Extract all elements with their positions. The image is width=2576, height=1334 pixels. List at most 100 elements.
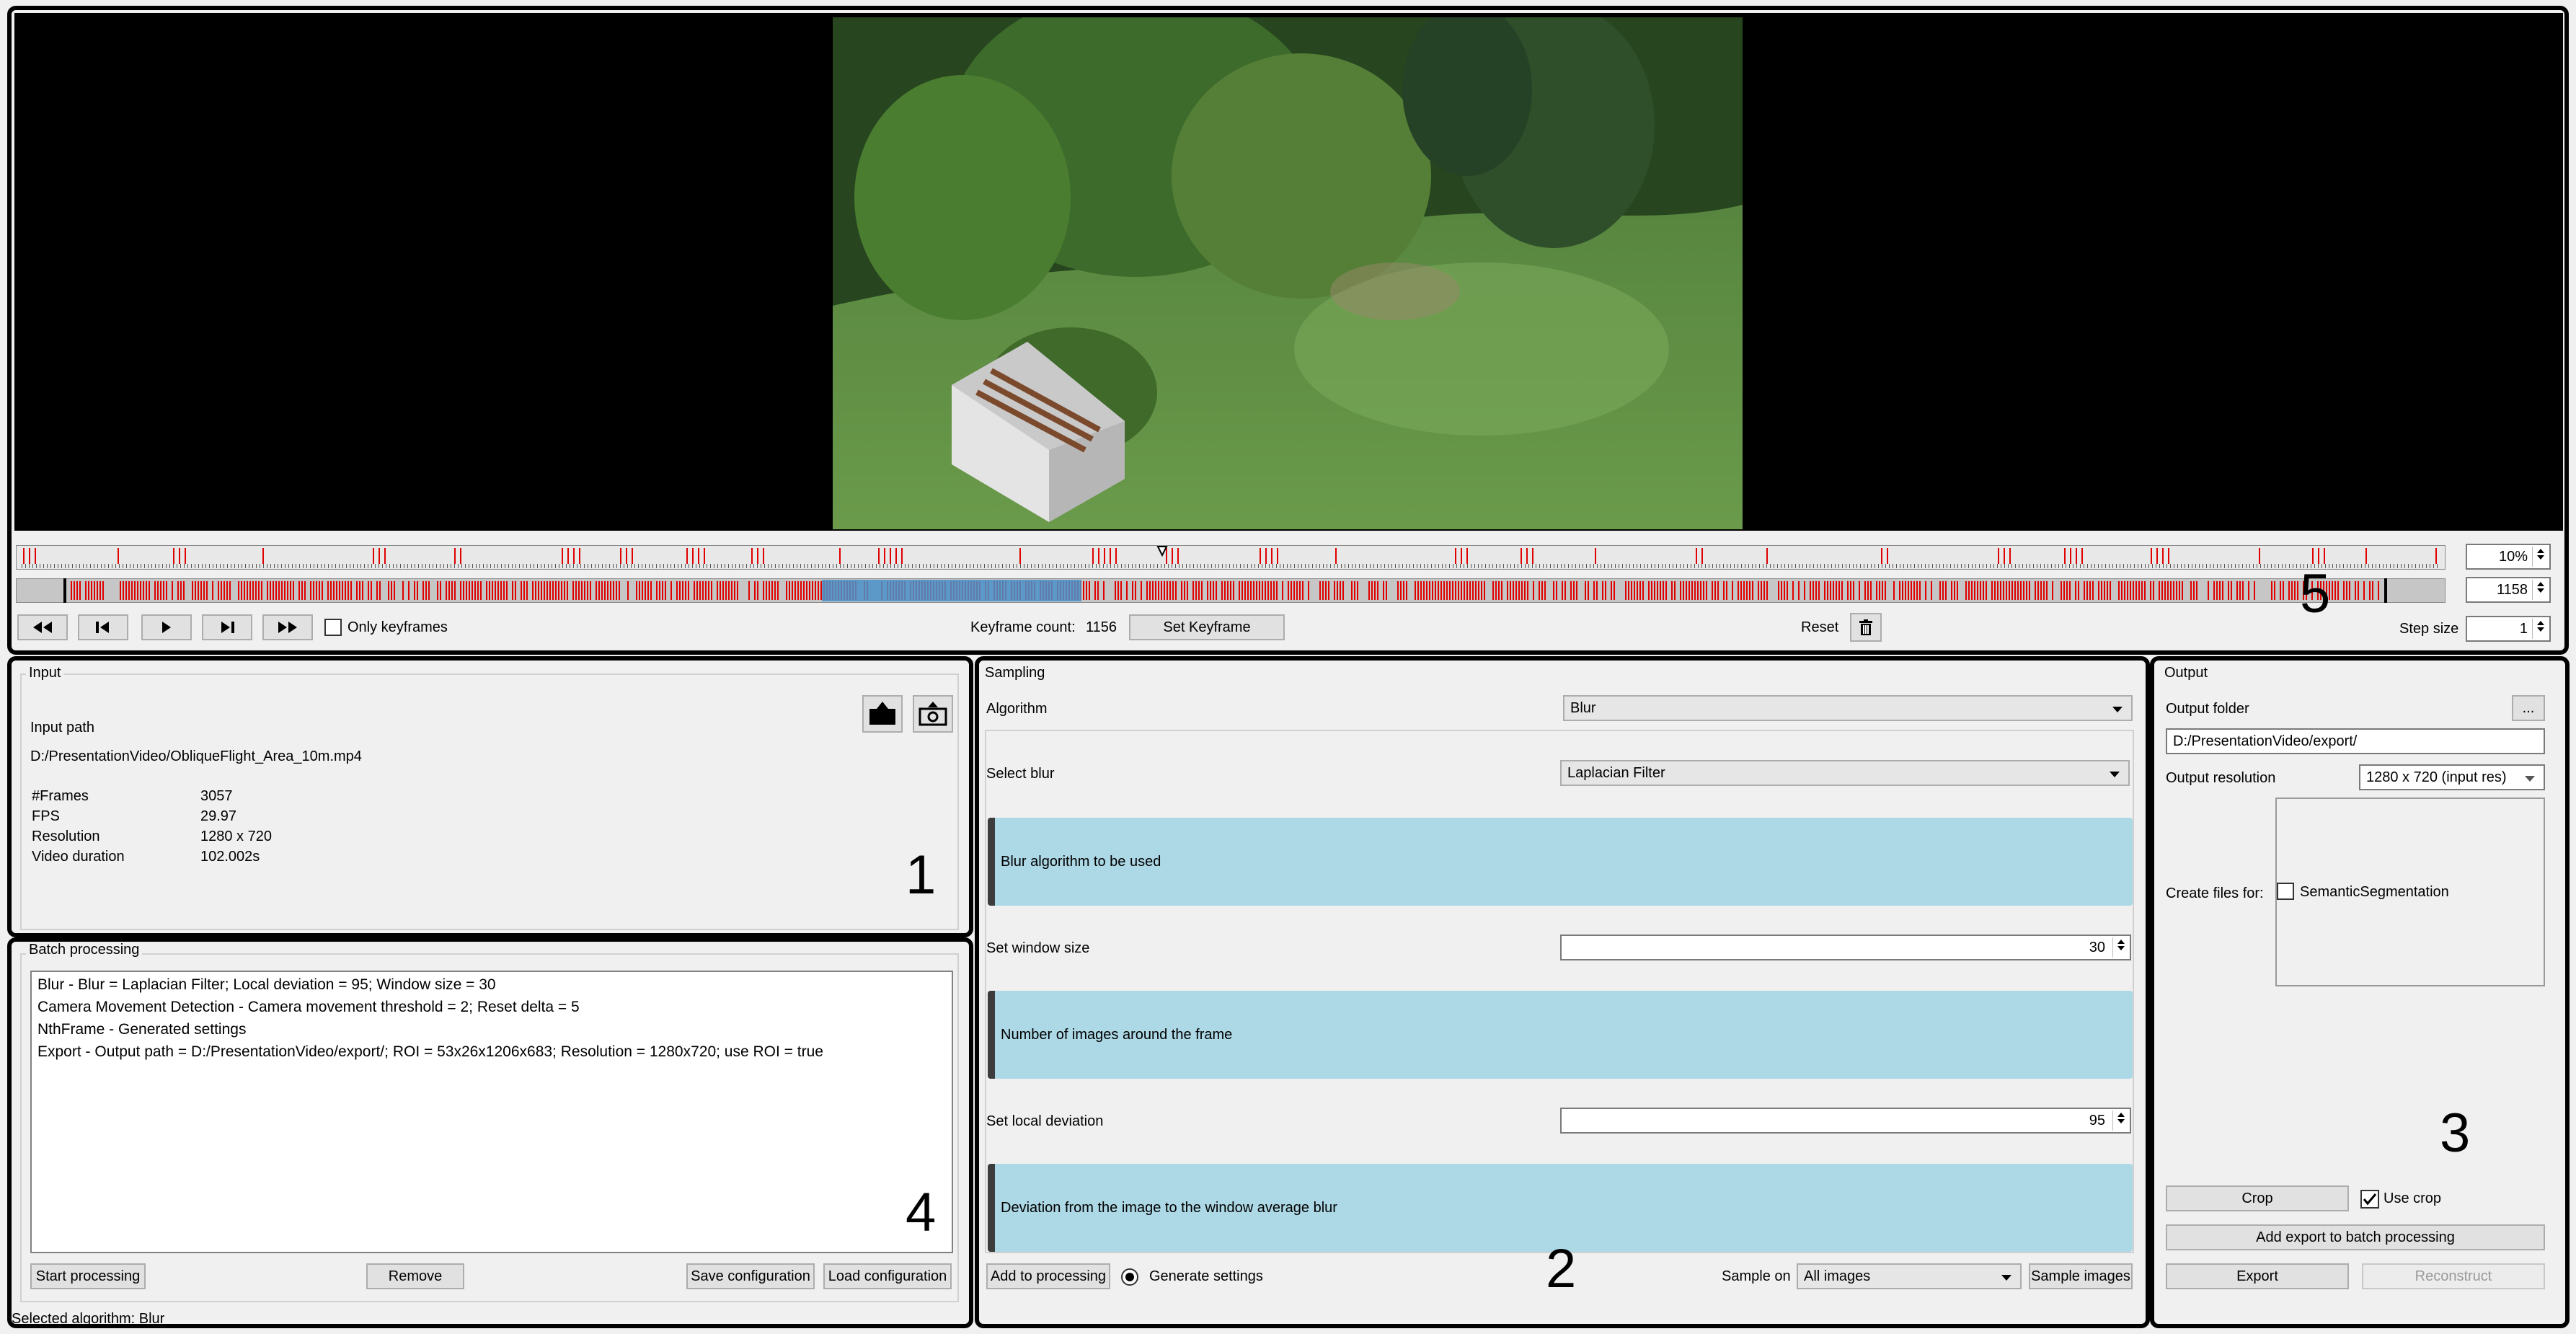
batch-item[interactable]: NthFrame - Generated settings — [37, 1021, 246, 1038]
keyframe-marker — [1019, 548, 1021, 564]
load-configuration-button[interactable]: Load configuration — [823, 1263, 952, 1289]
range-marker — [2124, 581, 2125, 600]
range-marker — [298, 581, 300, 600]
keyframe-marker — [1092, 548, 1094, 564]
step-size-spin[interactable] — [2532, 619, 2548, 639]
tick-mark — [912, 564, 913, 568]
export-button[interactable]: Export — [2166, 1263, 2349, 1289]
tick-mark — [223, 564, 224, 568]
sample-on-select[interactable]: All images — [1797, 1263, 2022, 1289]
range-marker — [180, 581, 182, 600]
tick-mark — [1409, 564, 1410, 568]
delete-keyframes-button[interactable] — [1850, 613, 1882, 642]
window-size-spin[interactable] — [2112, 937, 2128, 958]
reconstruct-button[interactable]: Reconstruct — [2362, 1263, 2545, 1289]
range-spin[interactable] — [2532, 580, 2548, 600]
tick-mark — [750, 564, 751, 568]
range-marker — [561, 581, 562, 600]
output-folder-input[interactable]: D:/PresentationVideo/export/ — [2166, 728, 2545, 754]
range-marker — [1818, 581, 1820, 600]
range-marker — [1449, 581, 1451, 600]
browse-folder-button[interactable]: ... — [2512, 695, 2545, 721]
range-marker — [705, 581, 707, 600]
range-marker — [699, 581, 701, 600]
range-marker — [1438, 581, 1439, 600]
generate-settings-radio[interactable] — [1120, 1268, 1139, 1286]
prev-frame-button[interactable] — [78, 614, 128, 640]
tick-mark — [926, 564, 927, 568]
range-marker — [2086, 581, 2088, 600]
range-marker — [497, 581, 499, 600]
range-marker — [99, 581, 101, 600]
play-button[interactable] — [141, 614, 192, 640]
window-info-text: Number of images around the frame — [1001, 1026, 1233, 1043]
tick-mark — [252, 564, 253, 568]
remove-button[interactable]: Remove — [366, 1263, 464, 1289]
range-marker — [221, 581, 222, 600]
add-to-processing-button[interactable]: Add to processing — [986, 1263, 1110, 1289]
range-timeline[interactable] — [16, 578, 2446, 603]
tick-mark — [530, 564, 531, 568]
batch-list[interactable]: Blur - Blur = Laplacian Filter; Local de… — [30, 971, 953, 1253]
tick-mark — [746, 564, 747, 568]
open-images-button[interactable] — [913, 695, 953, 733]
range-marker — [1902, 581, 1903, 600]
tick-mark — [1838, 564, 1839, 568]
tick-mark — [775, 564, 776, 568]
keyframe-marker — [2168, 548, 2169, 564]
tick-mark — [1236, 564, 1237, 568]
tick-mark — [793, 564, 794, 568]
next-frame-button[interactable] — [202, 614, 252, 640]
semantic-segmentation-checkbox[interactable] — [2277, 883, 2294, 900]
range-marker — [1452, 581, 1453, 600]
tick-mark — [1503, 564, 1504, 568]
local-deviation-input[interactable]: 95 — [1560, 1108, 2131, 1134]
tick-mark — [1680, 564, 1681, 568]
sample-images-button[interactable]: Sample images — [2029, 1263, 2133, 1289]
batch-item[interactable]: Export - Output path = D:/PresentationVi… — [37, 1043, 823, 1061]
keyframe-timeline[interactable] — [16, 545, 2446, 570]
batch-item[interactable]: Camera Movement Detection - Camera movem… — [37, 999, 580, 1016]
save-configuration-button[interactable]: Save configuration — [686, 1263, 815, 1289]
batch-item[interactable]: Blur - Blur = Laplacian Filter; Local de… — [37, 976, 496, 994]
tick-mark — [1640, 564, 1641, 568]
local-deviation-spin[interactable] — [2112, 1110, 2128, 1131]
use-crop-checkbox[interactable] — [2360, 1190, 2379, 1209]
algorithm-select[interactable]: Blur — [1563, 695, 2133, 721]
range-marker — [820, 581, 822, 600]
select-blur-select[interactable]: Laplacian Filter — [1560, 760, 2130, 786]
tick-mark — [1907, 564, 1908, 568]
tick-mark — [1406, 564, 1407, 568]
tick-mark — [1276, 564, 1277, 568]
only-keyframes-checkbox[interactable] — [324, 619, 342, 636]
start-processing-button[interactable]: Start processing — [30, 1263, 146, 1289]
crop-button[interactable]: Crop — [2166, 1185, 2349, 1211]
fast-forward-button[interactable] — [262, 614, 313, 640]
tick-mark — [2109, 564, 2110, 568]
rewind-button[interactable] — [17, 614, 68, 640]
tick-mark — [1334, 564, 1335, 568]
tick-mark — [2026, 564, 2027, 568]
tick-mark — [1712, 564, 1713, 568]
tick-mark — [328, 564, 329, 568]
range-marker — [1501, 581, 1502, 600]
step-size-input[interactable]: 1 — [2466, 616, 2551, 642]
add-export-button[interactable]: Add export to batch processing — [2166, 1224, 2545, 1250]
open-video-button[interactable] — [862, 695, 903, 733]
output-resolution-select[interactable]: 1280 x 720 (input res) — [2359, 764, 2545, 790]
keyframe-marker — [1466, 548, 1468, 564]
zoom-input[interactable]: 10% — [2466, 544, 2551, 570]
tick-mark — [216, 564, 217, 568]
tick-mark — [959, 564, 960, 568]
window-size-input[interactable]: 30 — [1560, 935, 2131, 960]
zoom-spin[interactable] — [2532, 547, 2548, 567]
range-marker — [350, 581, 352, 600]
set-keyframe-button[interactable]: Set Keyframe — [1129, 614, 1285, 640]
range-input[interactable]: 1158 — [2466, 577, 2551, 603]
tick-mark — [948, 564, 949, 568]
range-marker — [2141, 581, 2143, 600]
range-marker — [273, 581, 274, 600]
tick-mark — [1957, 564, 1958, 568]
tick-mark — [2152, 564, 2153, 568]
range-marker — [523, 581, 525, 600]
